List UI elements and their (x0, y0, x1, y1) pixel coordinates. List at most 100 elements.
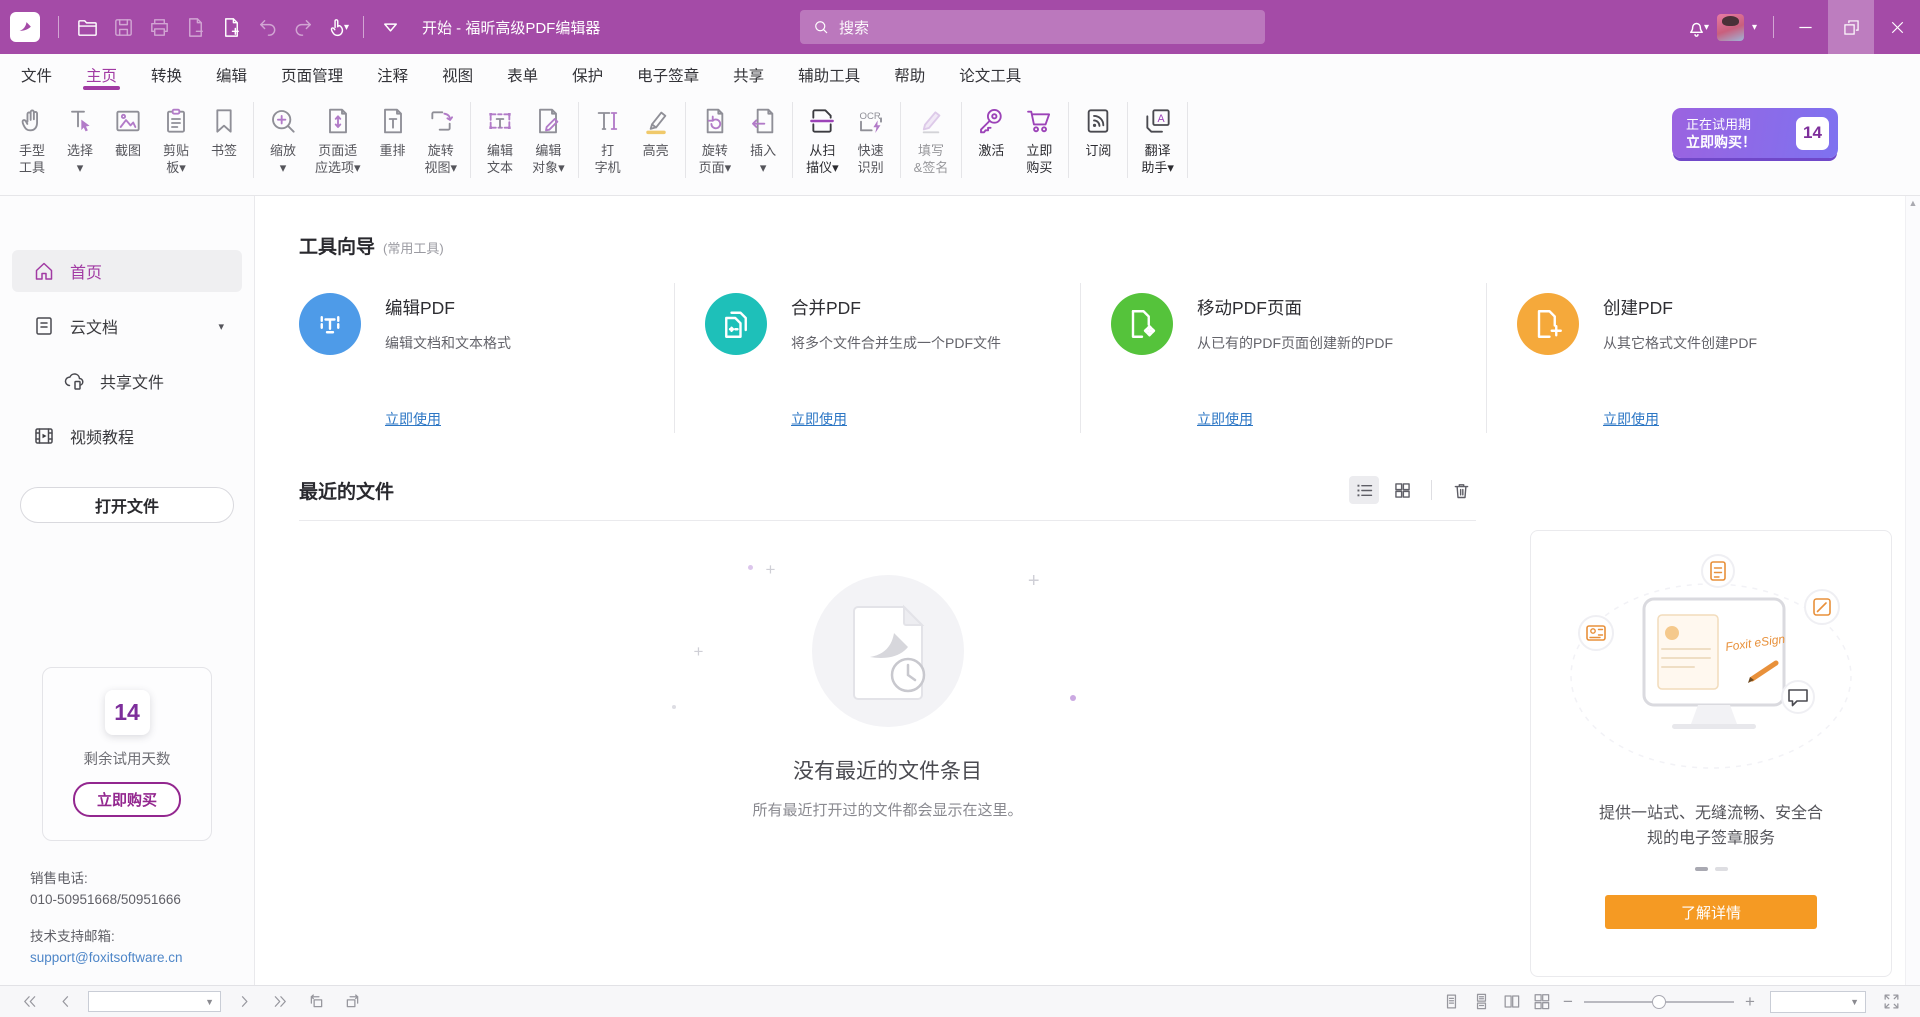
tab-page-manage[interactable]: 页面管理 (264, 54, 360, 95)
first-page-button[interactable] (14, 989, 44, 1015)
sidebar-item-shared-files[interactable]: 共享文件 (12, 360, 242, 402)
tab-convert[interactable]: 转换 (134, 54, 199, 95)
grid-view-icon (1392, 480, 1413, 501)
highlight[interactable]: 高亮 (632, 100, 680, 159)
tab-file[interactable]: 文件 (4, 54, 69, 95)
close-button[interactable] (1874, 0, 1920, 54)
bookmark-tool[interactable]: 书签 (200, 100, 248, 159)
sidebar-item-home[interactable]: 首页 (12, 250, 242, 292)
zoom-combo-caret[interactable]: ▼ (1850, 997, 1859, 1007)
tab-protect[interactable]: 保护 (555, 54, 620, 95)
typewriter[interactable]: 打 字机 (584, 100, 632, 176)
touch-mode-button[interactable]: ▾ (319, 8, 355, 46)
tab-esign[interactable]: 电子签章 (620, 54, 716, 95)
buy-now-button[interactable]: 立即购买 (73, 782, 181, 817)
trial-purchase-badge[interactable]: 正在试用期 立即购买！ 14 (1672, 108, 1838, 158)
quick-ocr[interactable]: 快速 识别 (847, 100, 895, 176)
print-button[interactable] (139, 8, 175, 46)
fill-sign[interactable]: 填写 &签名 (906, 100, 957, 176)
sales-phone-number: 010-50951668/50951666 (30, 889, 183, 910)
clear-recent-button[interactable] (1446, 476, 1476, 504)
undo-button[interactable] (247, 8, 283, 46)
tab-accessibility[interactable]: 辅助工具 (781, 54, 877, 95)
app-logo-icon[interactable] (10, 12, 40, 42)
use-now-link[interactable]: 立即使用 (791, 409, 847, 429)
edit-object[interactable]: 编辑 对象▾ (524, 100, 573, 176)
continuous-facing-view-button[interactable] (1526, 989, 1556, 1015)
zoom-slider[interactable] (1584, 989, 1734, 1015)
edit-text[interactable]: 编辑 文本 (476, 100, 524, 176)
continuous-view-button[interactable] (1466, 989, 1496, 1015)
scroll-up-arrow[interactable]: ▲ (1909, 198, 1918, 208)
page-combo-caret[interactable]: ▼ (205, 997, 214, 1007)
notifications-button[interactable]: ▾ (1679, 8, 1715, 46)
zoom-in-button[interactable]: + (1738, 992, 1762, 1012)
tab-share[interactable]: 共享 (716, 54, 781, 95)
facing-view-button[interactable] (1496, 989, 1526, 1015)
vertical-scrollbar[interactable]: ▲ (1905, 196, 1920, 985)
redo-button[interactable] (283, 8, 319, 46)
delete-page-button[interactable] (175, 8, 211, 46)
hand-tool[interactable]: 手型 工具 (8, 100, 56, 176)
tab-home[interactable]: 主页 (69, 54, 134, 95)
from-scanner[interactable]: 从扫 描仪▾ (798, 100, 847, 176)
use-now-link[interactable]: 立即使用 (1603, 409, 1659, 429)
tab-paper-tools[interactable]: 论文工具 (942, 54, 1038, 95)
reflow-tool[interactable]: 重排 (369, 100, 417, 159)
zoom-slider-thumb[interactable] (1652, 995, 1666, 1009)
previous-view-button[interactable] (301, 989, 331, 1015)
insert-pages[interactable]: 插入 ▾ (739, 100, 787, 176)
clipboard-tool[interactable]: 剪贴 板▾ (152, 100, 200, 176)
user-avatar[interactable] (1717, 14, 1744, 41)
tab-comment[interactable]: 注释 (360, 54, 425, 95)
tab-edit[interactable]: 编辑 (199, 54, 264, 95)
zoom-level-input[interactable]: ▼ (1770, 991, 1866, 1013)
page-number-input[interactable]: ▼ (88, 991, 221, 1012)
subscribe[interactable]: 订阅 (1074, 100, 1122, 159)
save-button[interactable] (103, 8, 139, 46)
snapshot-tool[interactable]: 截图 (104, 100, 152, 159)
fit-page-options[interactable]: 页面适 应选项▾ (307, 100, 369, 176)
rotate-pages[interactable]: 旋转 页面▾ (691, 100, 740, 176)
add-page-button[interactable] (211, 8, 247, 46)
support-email-link[interactable]: support@foxitsoftware.cn (30, 947, 183, 968)
learn-more-button[interactable]: 了解详情 (1605, 895, 1817, 929)
use-now-link[interactable]: 立即使用 (1197, 409, 1253, 429)
open-file-button-sidebar[interactable]: 打开文件 (20, 487, 234, 523)
ribbon-items: 手型 工具 选择 ▾ 截图 剪贴 板▾ 书签 (8, 100, 1193, 178)
buy-now[interactable]: 立即 购买 (1015, 100, 1063, 176)
search-input[interactable]: 搜索 (800, 10, 1265, 44)
last-page-button[interactable] (265, 989, 295, 1015)
activate[interactable]: 激活 (967, 100, 1015, 159)
main-content: 工具向导 (常用工具) 编辑PDF 编辑文档和文本格式 立即使用 (255, 196, 1920, 985)
restore-button[interactable] (1828, 0, 1874, 54)
next-view-button[interactable] (337, 989, 367, 1015)
previous-page-button[interactable] (50, 989, 80, 1015)
empty-state-title: 没有最近的文件条目 (793, 755, 982, 785)
select-tool[interactable]: 选择 ▾ (56, 100, 104, 176)
zoom-tool[interactable]: 缩放 ▾ (259, 100, 307, 176)
single-page-view-button[interactable] (1436, 989, 1466, 1015)
fullscreen-icon (1882, 992, 1901, 1011)
zoom-out-button[interactable]: − (1556, 992, 1580, 1012)
grid-view-button[interactable] (1387, 476, 1417, 504)
sidebar-item-cloud-docs[interactable]: 云文档 ▾ (12, 305, 242, 347)
tab-view[interactable]: 视图 (425, 54, 490, 95)
tab-form[interactable]: 表单 (490, 54, 555, 95)
minimize-button[interactable] (1782, 0, 1828, 54)
continuous-page-icon (1472, 992, 1491, 1011)
tab-help[interactable]: 帮助 (877, 54, 942, 95)
open-file-button[interactable] (67, 8, 103, 46)
translate-assistant[interactable]: 翻译 助手▾ (1133, 100, 1182, 176)
carousel-dots[interactable] (1695, 867, 1728, 871)
next-page-button[interactable] (229, 989, 259, 1015)
rotate-view[interactable]: 旋转 视图▾ (417, 100, 466, 176)
list-view-button[interactable] (1349, 476, 1379, 504)
sidebar-item-video-tutorials[interactable]: 视频教程 (12, 415, 242, 457)
account-menu-caret[interactable]: ▾ (1752, 22, 1757, 33)
collapse-ribbon-button[interactable] (372, 8, 408, 46)
use-now-link[interactable]: 立即使用 (385, 409, 441, 429)
group-separator (1127, 102, 1128, 178)
fullscreen-button[interactable] (1876, 989, 1906, 1015)
group-separator (253, 102, 254, 178)
